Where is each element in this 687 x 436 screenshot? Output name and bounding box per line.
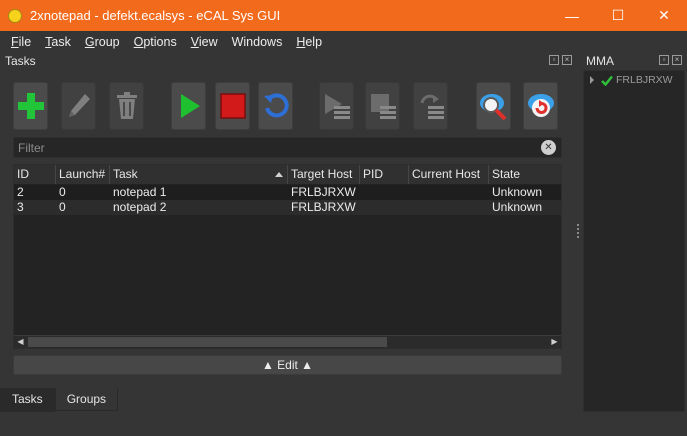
scroll-left-icon[interactable]: ◀: [14, 336, 27, 348]
menu-windows[interactable]: Windows: [225, 35, 290, 49]
stop-all-icon: [370, 94, 396, 119]
mma-tree: FRLBJRXW: [583, 70, 685, 412]
refresh-button[interactable]: [523, 82, 558, 130]
tasks-table: ID Launch# Task Target Host PID Current …: [13, 164, 562, 349]
edit-panel-button[interactable]: ▲ Edit ▲: [13, 355, 562, 375]
mma-dock: MMA ▫ ×: [581, 52, 687, 70]
splitter-handle[interactable]: [577, 224, 580, 242]
filter-field: ✕: [13, 137, 562, 158]
minimize-button[interactable]: —: [549, 0, 595, 31]
tree-item-host[interactable]: FRLBJRXW: [588, 73, 673, 87]
cell-id: 2: [17, 185, 24, 199]
cell-pid: [360, 185, 363, 200]
scrollbar-thumb[interactable]: [28, 337, 387, 347]
filter-input[interactable]: [14, 138, 534, 157]
cell-target-host: FRLBJRXW: [291, 200, 356, 214]
app-icon: [8, 8, 22, 23]
column-header-state[interactable]: State: [489, 165, 561, 184]
column-header-target-host[interactable]: Target Host: [288, 165, 360, 184]
stop-task-button[interactable]: [215, 82, 250, 130]
search-hosts-button[interactable]: [476, 82, 511, 130]
clear-filter-icon[interactable]: ✕: [541, 140, 556, 155]
window-title: 2xnotepad - defekt.ecalsys - eCAL Sys GU…: [30, 8, 281, 23]
add-icon: [17, 93, 44, 119]
delete-icon: [116, 92, 137, 119]
stop-all-button[interactable]: [365, 82, 400, 130]
tab-groups[interactable]: Groups: [54, 388, 119, 411]
search-hosts-icon: [479, 94, 506, 121]
edit-icon: [68, 94, 90, 117]
menu-file[interactable]: File: [4, 35, 38, 49]
table-header: ID Launch# Task Target Host PID Current …: [14, 165, 561, 184]
checkmark-icon: [601, 75, 613, 86]
menu-options[interactable]: Options: [127, 35, 184, 49]
tab-tasks[interactable]: Tasks: [0, 388, 55, 412]
table-row[interactable]: 2 0 notepad 1 FRLBJRXW Unknown: [14, 185, 561, 200]
column-header-pid[interactable]: PID: [360, 165, 409, 184]
title-bar: 2xnotepad - defekt.ecalsys - eCAL Sys GU…: [0, 0, 687, 31]
menu-help[interactable]: Help: [289, 35, 329, 49]
cell-launch: 0: [59, 185, 66, 199]
restart-all-button[interactable]: [413, 82, 448, 130]
horizontal-scrollbar[interactable]: ◀ ▶: [14, 335, 561, 348]
cell-launch: 0: [59, 200, 66, 214]
cell-state: Unknown: [492, 185, 543, 199]
close-button[interactable]: ✕: [641, 0, 687, 31]
column-header-launch[interactable]: Launch#: [56, 165, 110, 184]
menu-task[interactable]: Task: [38, 35, 78, 49]
menu-view[interactable]: View: [184, 35, 225, 49]
delete-task-button[interactable]: [109, 82, 144, 130]
table-row[interactable]: 3 0 notepad 2 FRLBJRXW Unknown: [14, 200, 561, 215]
cell-task: notepad 2: [113, 200, 167, 214]
edit-task-button[interactable]: [61, 82, 96, 130]
close-icon[interactable]: ×: [672, 55, 682, 65]
tasks-dock-title: Tasks: [5, 54, 36, 68]
restart-icon: [263, 93, 289, 118]
cell-state: Unknown: [492, 200, 543, 214]
menu-bar: File Task Group Options View Windows Hel…: [0, 31, 687, 52]
cell-pid: [360, 200, 363, 215]
column-header-current-host[interactable]: Current Host: [409, 165, 489, 184]
restart-all-icon: [420, 94, 444, 119]
host-name: FRLBJRXW: [616, 74, 673, 86]
stop-icon: [219, 93, 246, 119]
cell-id: 3: [17, 200, 24, 214]
close-icon[interactable]: ×: [562, 55, 572, 65]
cell-target-host: FRLBJRXW: [291, 185, 356, 199]
expand-arrow-icon[interactable]: [590, 76, 594, 84]
float-icon[interactable]: ▫: [549, 55, 559, 65]
column-header-task-label: Task: [113, 167, 138, 181]
column-header-id[interactable]: ID: [14, 165, 56, 184]
add-task-button[interactable]: [13, 82, 48, 130]
restart-task-button[interactable]: [258, 82, 293, 130]
menu-group[interactable]: Group: [78, 35, 127, 49]
refresh-icon: [527, 94, 554, 117]
cell-current-host: [409, 200, 412, 215]
start-all-button[interactable]: [319, 82, 354, 130]
cell-current-host: [409, 185, 412, 200]
start-task-button[interactable]: [171, 82, 206, 130]
start-icon: [180, 94, 200, 118]
sort-ascending-icon: [275, 172, 283, 177]
cell-task: notepad 1: [113, 185, 167, 199]
scroll-right-icon[interactable]: ▶: [548, 336, 561, 348]
float-icon[interactable]: ▫: [659, 55, 669, 65]
maximize-button[interactable]: ☐: [595, 0, 641, 31]
dock-tab-bar: Tasks Groups: [0, 388, 119, 412]
start-all-icon: [324, 94, 350, 119]
column-header-task[interactable]: Task: [110, 165, 288, 184]
